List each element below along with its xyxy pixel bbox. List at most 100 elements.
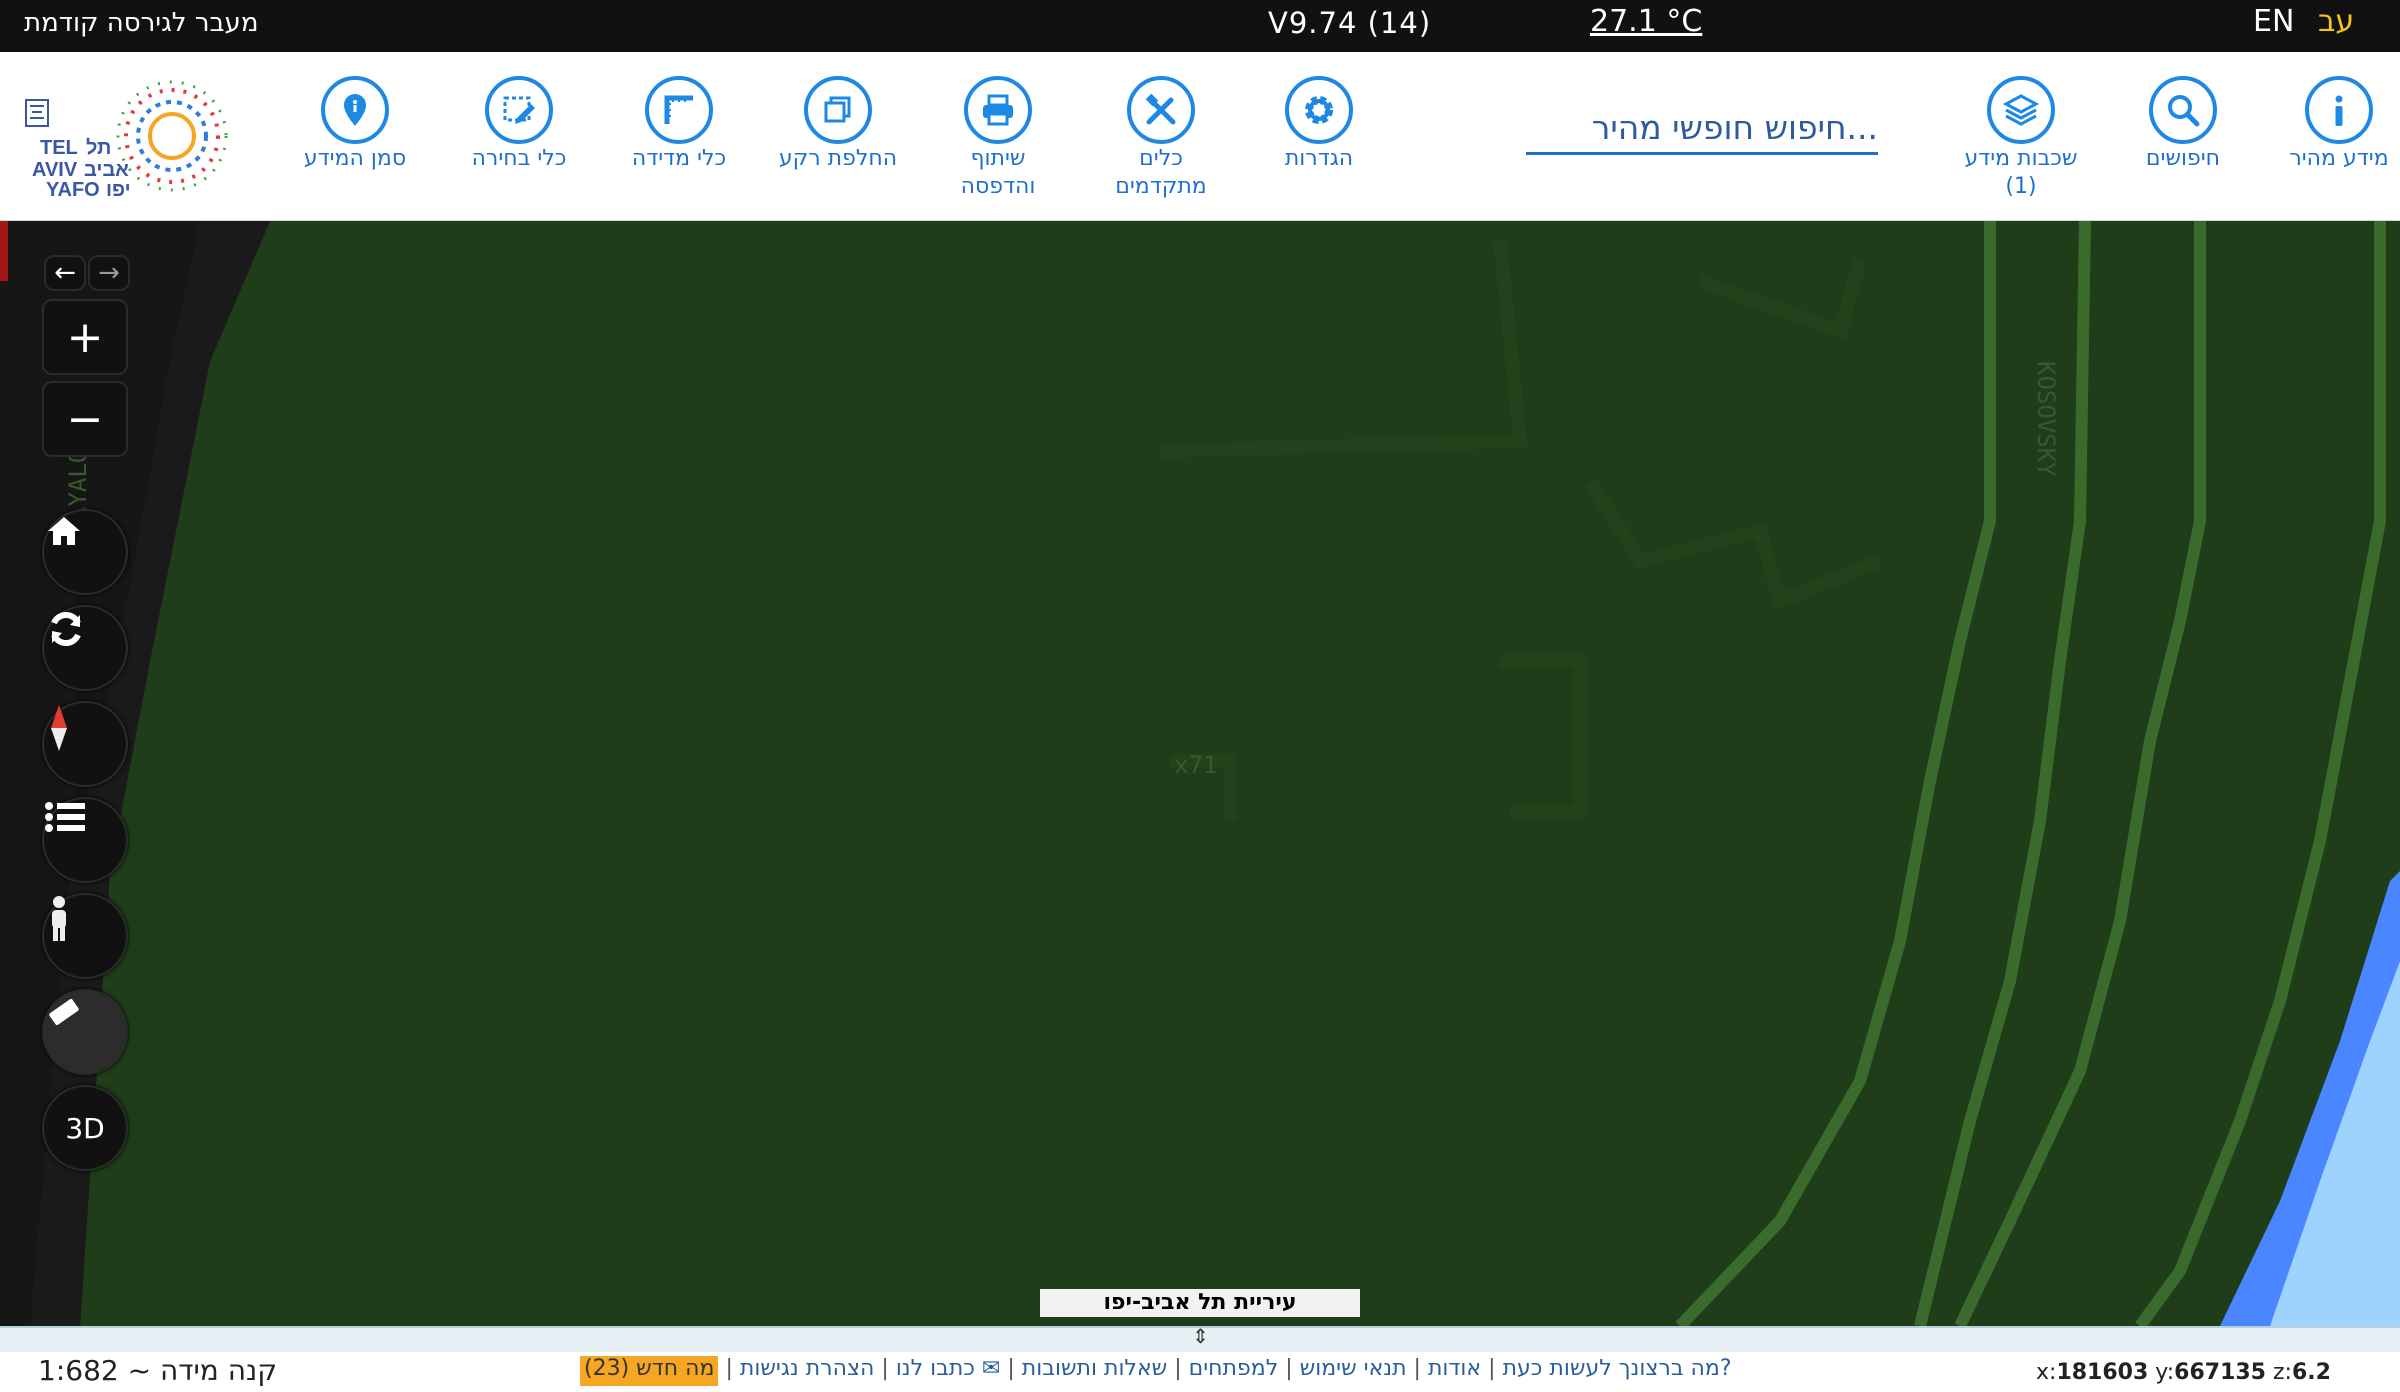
map-canvas[interactable]: KOSOVSKY AYALON x71 ← → + − 3D עיריית תל… bbox=[0, 221, 2400, 1326]
history-forward-button[interactable]: → bbox=[88, 255, 130, 291]
expand-arrows-icon: ⇕ bbox=[1192, 1324, 1209, 1348]
tool-settings[interactable]: הגדרות bbox=[1244, 76, 1394, 172]
coord-x: 181603 bbox=[2056, 1360, 2149, 1385]
tool-label: כלי מדידה bbox=[631, 146, 727, 171]
tool-label: שיתוף bbox=[970, 146, 1026, 171]
pegman-icon bbox=[52, 896, 66, 941]
language-en-button[interactable]: EN bbox=[2253, 4, 2294, 39]
compass-button[interactable] bbox=[42, 701, 128, 787]
tools-icon bbox=[1127, 76, 1195, 144]
eraser-icon bbox=[49, 999, 79, 1025]
tool-measure[interactable]: כלי מדידה bbox=[604, 76, 754, 172]
footer-link-accessibility[interactable]: הצהרת נגישות bbox=[740, 1356, 875, 1386]
legend-list-button[interactable] bbox=[42, 797, 128, 883]
tool-info-marker[interactable]: סמן המידע bbox=[280, 76, 430, 172]
refresh-button[interactable] bbox=[42, 605, 128, 691]
plus-icon: + bbox=[66, 311, 104, 363]
home-icon bbox=[48, 517, 80, 545]
tool-label: הגדרות bbox=[1284, 146, 1354, 171]
home-button[interactable] bbox=[42, 509, 128, 595]
tel-aviv-logo[interactable]: TEL תל AVIV אביב YAFO יפו bbox=[22, 80, 252, 201]
3d-label: 3D bbox=[65, 1111, 105, 1145]
marker-icon bbox=[321, 76, 389, 144]
logo-text-aviv: AVIV bbox=[32, 159, 78, 181]
map-scale[interactable]: קנה מידה ~ 1:682 bbox=[38, 1354, 277, 1387]
logo-text-yafo: YAFO bbox=[46, 179, 100, 200]
zoom-out-button[interactable]: − bbox=[42, 381, 128, 457]
footer-link-what-to-do[interactable]: מה ברצונך לעשות כעת? bbox=[1503, 1356, 1732, 1386]
tool-label-line2: מתקדמים bbox=[1115, 174, 1207, 199]
gear-icon bbox=[1285, 76, 1353, 144]
tool-select[interactable]: כלי בחירה bbox=[444, 76, 594, 172]
language-he-button[interactable]: עב bbox=[2318, 4, 2354, 39]
coordinates-readout: x:181603 y:667135 z:6.2 bbox=[2036, 1360, 2331, 1385]
building-number-label: x71 bbox=[1174, 751, 1218, 779]
basemap-icon bbox=[804, 76, 872, 144]
zoom-in-button[interactable]: + bbox=[42, 299, 128, 375]
tool-label: סמן המידע bbox=[303, 146, 407, 171]
tool-share-print[interactable]: שיתוף והדפסה bbox=[923, 76, 1073, 200]
logo-text-yafo-he: יפו bbox=[106, 179, 131, 200]
separator: | bbox=[1285, 1356, 1293, 1381]
street-view-button[interactable] bbox=[42, 893, 128, 979]
3d-button[interactable]: 3D bbox=[42, 1085, 128, 1171]
layers-icon bbox=[1987, 76, 2055, 144]
refresh-icon bbox=[51, 612, 81, 646]
footer-link-developers[interactable]: למפתחים bbox=[1189, 1356, 1279, 1386]
tool-label-count: (1) bbox=[2005, 174, 2037, 199]
ruler-icon bbox=[645, 76, 713, 144]
footer-link-terms[interactable]: תנאי שימוש bbox=[1300, 1356, 1407, 1386]
footer-link-whats-new[interactable]: מה חדש (23) bbox=[580, 1356, 719, 1386]
separator: | bbox=[881, 1356, 889, 1381]
logo-text-aviv-he: אביב bbox=[84, 159, 129, 181]
tool-label-line2: והדפסה bbox=[960, 174, 1036, 199]
main-toolbar: TEL תל AVIV אביב YAFO יפו מידע מהיר חיפו… bbox=[0, 52, 2400, 221]
tool-layers[interactable]: שכבות מידע (1) bbox=[1946, 76, 2096, 200]
footer-link-contact[interactable]: כתבו לנו ✉ bbox=[896, 1356, 1001, 1386]
tool-label: מידע מהיר bbox=[2289, 146, 2389, 171]
municipal-emblem-icon bbox=[25, 99, 49, 127]
tool-label: כלי בחירה bbox=[471, 146, 567, 171]
separator: | bbox=[1174, 1356, 1182, 1381]
tool-quick-info[interactable]: מידע מהיר bbox=[2264, 76, 2400, 172]
street-label-kosovsky: KOSOVSKY bbox=[2032, 361, 2060, 477]
previous-version-link[interactable]: מעבר לגירסה קודמת bbox=[24, 8, 258, 38]
compass-icon bbox=[51, 705, 67, 751]
coord-z: 6.2 bbox=[2291, 1360, 2331, 1385]
logo-text-tel: TEL bbox=[40, 137, 78, 159]
tool-basemap[interactable]: החלפת רקע bbox=[763, 76, 913, 172]
status-bar: קנה מידה ~ 1:682 מה ברצונך לעשות כעת? | … bbox=[0, 1352, 2400, 1392]
tool-searches[interactable]: חיפושים bbox=[2108, 76, 2258, 172]
minus-icon: − bbox=[66, 393, 104, 445]
tool-advanced[interactable]: כלים מתקדמים bbox=[1086, 76, 1236, 200]
footer-link-about[interactable]: אודות bbox=[1428, 1356, 1481, 1386]
printer-icon bbox=[964, 76, 1032, 144]
quick-search-input[interactable]: חיפוש חופשי מהיר... bbox=[1526, 104, 1878, 155]
tool-label: חיפושים bbox=[2145, 146, 2221, 171]
separator: | bbox=[725, 1356, 733, 1381]
arrow-right-icon: → bbox=[98, 258, 120, 288]
list-icon bbox=[45, 802, 85, 832]
separator: | bbox=[1007, 1356, 1015, 1381]
logo-text-tel-he: תל bbox=[86, 137, 111, 159]
panel-resize-handle[interactable]: ⇕ bbox=[0, 1324, 2400, 1352]
logo-burst-icon bbox=[116, 80, 228, 192]
coord-y: 667135 bbox=[2174, 1360, 2266, 1385]
tool-label: החלפת רקע bbox=[778, 146, 898, 171]
history-back-button[interactable]: ← bbox=[44, 255, 86, 291]
info-icon bbox=[2305, 76, 2373, 144]
select-icon bbox=[485, 76, 553, 144]
tool-label: כלים bbox=[1139, 146, 1183, 171]
arrow-left-icon: ← bbox=[54, 258, 76, 288]
separator: | bbox=[1488, 1356, 1496, 1381]
footer-link-faq[interactable]: שאלות ותשובות bbox=[1022, 1356, 1167, 1386]
version-label: V9.74 (14) bbox=[1268, 6, 1432, 40]
tool-label: שכבות מידע bbox=[1964, 146, 2078, 171]
map-caption: עיריית תל אביב-יפו bbox=[1040, 1289, 1360, 1317]
clear-eraser-button[interactable] bbox=[42, 989, 128, 1075]
footer-links: מה ברצונך לעשות כעת? | אודות | תנאי שימו… bbox=[580, 1356, 1732, 1386]
top-bar: מעבר לגירסה קודמת V9.74 (14) 27.1 °C EN … bbox=[0, 0, 2400, 52]
separator: | bbox=[1413, 1356, 1421, 1381]
temperature-link[interactable]: 27.1 °C bbox=[1590, 4, 1702, 39]
search-icon bbox=[2149, 76, 2217, 144]
